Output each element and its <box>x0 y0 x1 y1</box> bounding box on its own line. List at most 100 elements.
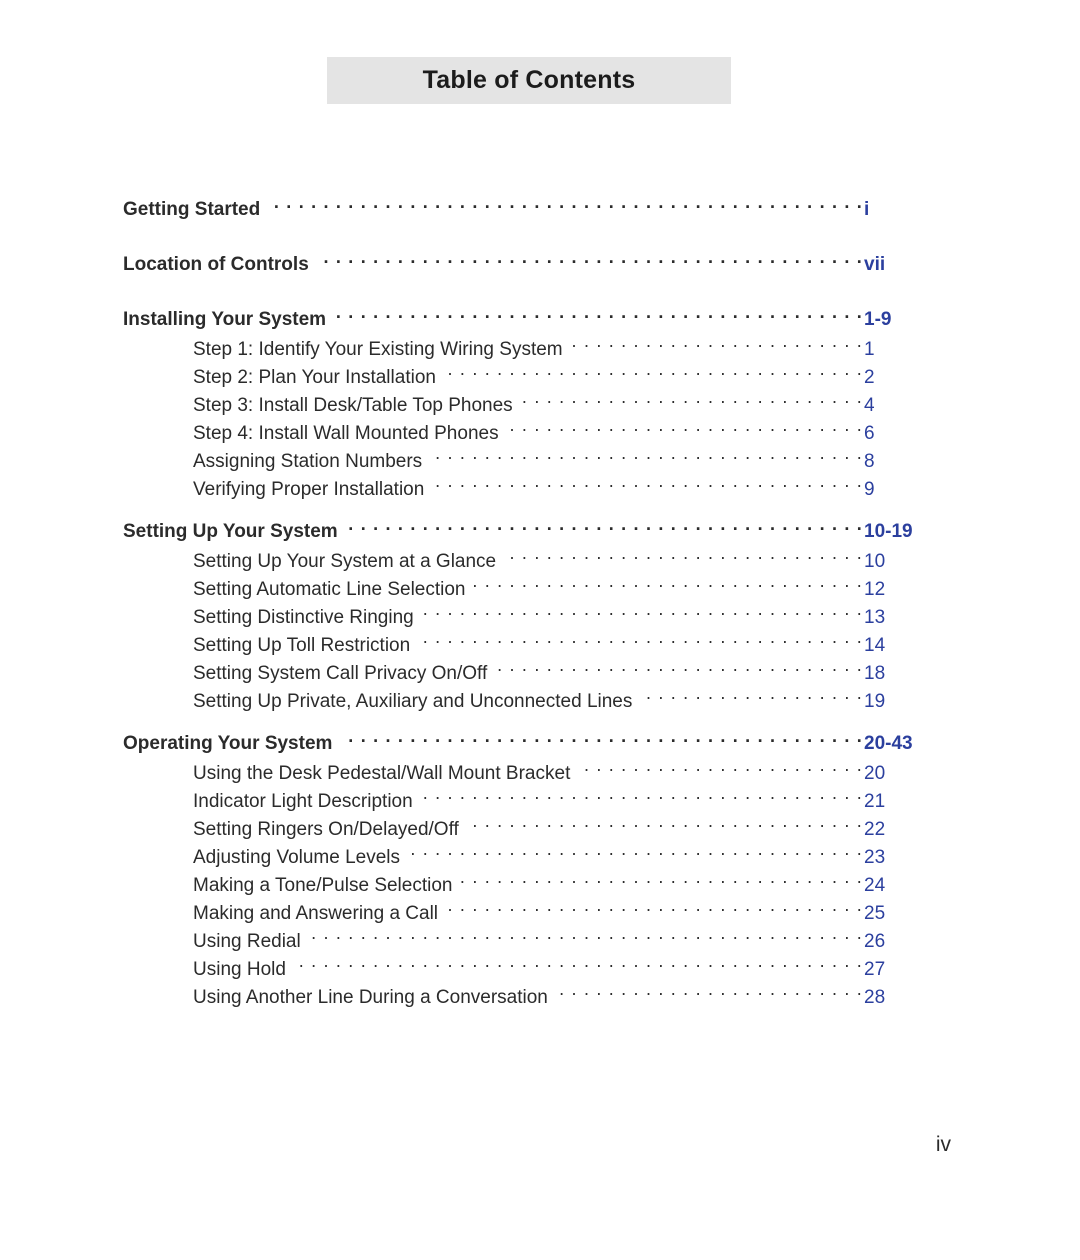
toc-section-heading[interactable]: Installing Your System 1-9 <box>0 306 1080 333</box>
toc-entry-page-number: 27 <box>864 959 886 980</box>
toc-entry-label: Using Redial <box>193 931 301 952</box>
dot-leader <box>577 760 863 779</box>
toc-entry[interactable]: Step 1: Identify Your Existing Wiring Sy… <box>0 336 1080 364</box>
toc-entry[interactable]: Setting Distinctive Ringing 13 <box>0 604 1080 632</box>
toc-entry-page-number: 23 <box>864 847 886 868</box>
toc-entry-label: Step 2: Plan Your Installation <box>193 367 436 388</box>
dot-leader <box>443 364 863 383</box>
dot-leader <box>308 928 863 947</box>
toc-section-heading-label: Getting Started <box>123 199 261 220</box>
toc-entry[interactable]: Verifying Proper Installation 9 <box>0 476 1080 504</box>
dot-leader <box>347 518 863 537</box>
page-footer: iv <box>0 1133 951 1157</box>
toc-entry[interactable]: Indicator Light Description 21 <box>0 788 1080 816</box>
toc-entry-label: Step 1: Identify Your Existing Wiring Sy… <box>193 339 563 360</box>
dot-leader <box>473 576 863 595</box>
toc-entry[interactable]: Using the Desk Pedestal/Wall Mount Brack… <box>0 760 1080 788</box>
page-title: Table of Contents <box>422 66 636 94</box>
dot-leader <box>421 604 863 623</box>
toc-entry-page-number: 1 <box>864 339 875 360</box>
toc-entry-page-number: 4 <box>864 395 875 416</box>
toc-entry-label: Step 4: Install Wall Mounted Phones <box>193 423 499 444</box>
toc-entry[interactable]: Assigning Station Numbers 8 <box>0 448 1080 476</box>
toc-entry[interactable]: Step 4: Install Wall Mounted Phones 6 <box>0 420 1080 448</box>
toc-entry-label: Setting Automatic Line Selection <box>193 579 466 600</box>
dot-leader <box>503 548 863 567</box>
toc-entry-label: Verifying Proper Installation <box>193 479 425 500</box>
toc-entry-label: Setting Distinctive Ringing <box>193 607 414 628</box>
toc-section-heading-page-number: 1-9 <box>864 309 892 330</box>
toc-entry-label: Indicator Light Description <box>193 791 413 812</box>
toc-entry[interactable]: Setting Automatic Line Selection 12 <box>0 576 1080 604</box>
toc-entry[interactable]: Setting Up Your System at a Glance 10 <box>0 548 1080 576</box>
toc-entry[interactable]: Setting Up Toll Restriction 14 <box>0 632 1080 660</box>
dot-leader <box>407 844 863 863</box>
toc-entry-page-number: 18 <box>864 663 886 684</box>
toc-section: Getting Started i <box>0 196 1080 223</box>
dot-leader <box>417 632 863 651</box>
toc-entry-label: Setting System Call Privacy On/Off <box>193 663 488 684</box>
toc-entry-page-number: 2 <box>864 367 875 388</box>
table-of-contents: Getting Started i Location of Controls vii I… <box>0 196 1080 1026</box>
toc-entry-page-number: 8 <box>864 451 875 472</box>
toc-entry-label: Using Hold <box>193 959 286 980</box>
toc-entry-page-number: 9 <box>864 479 875 500</box>
toc-entry-page-number: 25 <box>864 903 886 924</box>
toc-entry-label: Setting Up Your System at a Glance <box>193 551 497 572</box>
toc-entry-page-number: 6 <box>864 423 875 444</box>
dot-leader <box>459 872 863 891</box>
toc-entry-label: Using Another Line During a Conversation <box>193 987 548 1008</box>
toc-entry-page-number: 21 <box>864 791 886 812</box>
toc-entry-label: Setting Ringers On/Delayed/Off <box>193 819 459 840</box>
toc-section-heading-label: Setting Up Your System <box>123 521 338 542</box>
toc-entry[interactable]: Using Another Line During a Conversation… <box>0 984 1080 1012</box>
toc-entry-label: Step 3: Install Desk/Table Top Phones <box>193 395 513 416</box>
toc-entry[interactable]: Using Hold 27 <box>0 956 1080 984</box>
toc-entry[interactable]: Making and Answering a Call 25 <box>0 900 1080 928</box>
dot-leader <box>570 336 863 355</box>
toc-entry-label: Making and Answering a Call <box>193 903 439 924</box>
dot-leader <box>269 196 863 215</box>
dot-leader <box>335 306 863 325</box>
toc-entry-page-number: 14 <box>864 635 886 656</box>
toc-entry-label: Making a Tone/Pulse Selection <box>193 875 453 896</box>
toc-entry-label: Assigning Station Numbers <box>193 451 423 472</box>
toc-entry[interactable]: Adjusting Volume Levels 23 <box>0 844 1080 872</box>
toc-entry-label: Adjusting Volume Levels <box>193 847 401 868</box>
dot-leader <box>520 392 863 411</box>
toc-entry-page-number: 28 <box>864 987 886 1008</box>
dot-leader <box>494 660 863 679</box>
toc-section-heading-page-number: i <box>864 199 870 220</box>
toc-entry[interactable]: Setting Up Private, Auxiliary and Unconn… <box>0 688 1080 716</box>
toc-entry-page-number: 24 <box>864 875 886 896</box>
toc-entry-page-number: 10 <box>864 551 886 572</box>
dot-leader <box>341 730 863 749</box>
toc-entry-page-number: 12 <box>864 579 886 600</box>
toc-entry-page-number: 22 <box>864 819 886 840</box>
footer-page-number: iv <box>935 1133 951 1156</box>
dot-leader <box>445 900 863 919</box>
toc-entry-label: Setting Up Private, Auxiliary and Unconn… <box>193 691 633 712</box>
dot-leader <box>429 448 863 467</box>
toc-entry[interactable]: Making a Tone/Pulse Selection 24 <box>0 872 1080 900</box>
toc-entry[interactable]: Setting System Call Privacy On/Off 18 <box>0 660 1080 688</box>
toc-section-heading-page-number: vii <box>864 254 886 275</box>
dot-leader <box>466 816 863 835</box>
toc-entry[interactable]: Setting Ringers On/Delayed/Off 22 <box>0 816 1080 844</box>
toc-section-heading-label: Installing Your System <box>123 309 327 330</box>
page-title-banner: Table of Contents <box>327 57 731 104</box>
toc-entry-page-number: 13 <box>864 607 886 628</box>
toc-section-heading[interactable]: Operating Your System 20-43 <box>0 730 1080 757</box>
toc-entry[interactable]: Using Redial 26 <box>0 928 1080 956</box>
toc-section-heading-page-number: 10-19 <box>864 521 913 542</box>
toc-section-heading[interactable]: Setting Up Your System 10-19 <box>0 518 1080 545</box>
toc-section-heading[interactable]: Location of Controls vii <box>0 251 1080 278</box>
toc-entry[interactable]: Step 2: Plan Your Installation 2 <box>0 364 1080 392</box>
toc-section: Operating Your System 20-43 Using the Desk… <box>0 730 1080 1012</box>
toc-entry[interactable]: Step 3: Install Desk/Table Top Phones 4 <box>0 392 1080 420</box>
toc-section-heading-page-number: 20-43 <box>864 733 913 754</box>
toc-section-heading-label: Location of Controls <box>123 254 309 275</box>
toc-section: Location of Controls vii <box>0 251 1080 278</box>
toc-section-heading-label: Operating Your System <box>123 733 333 754</box>
toc-section-heading[interactable]: Getting Started i <box>0 196 1080 223</box>
